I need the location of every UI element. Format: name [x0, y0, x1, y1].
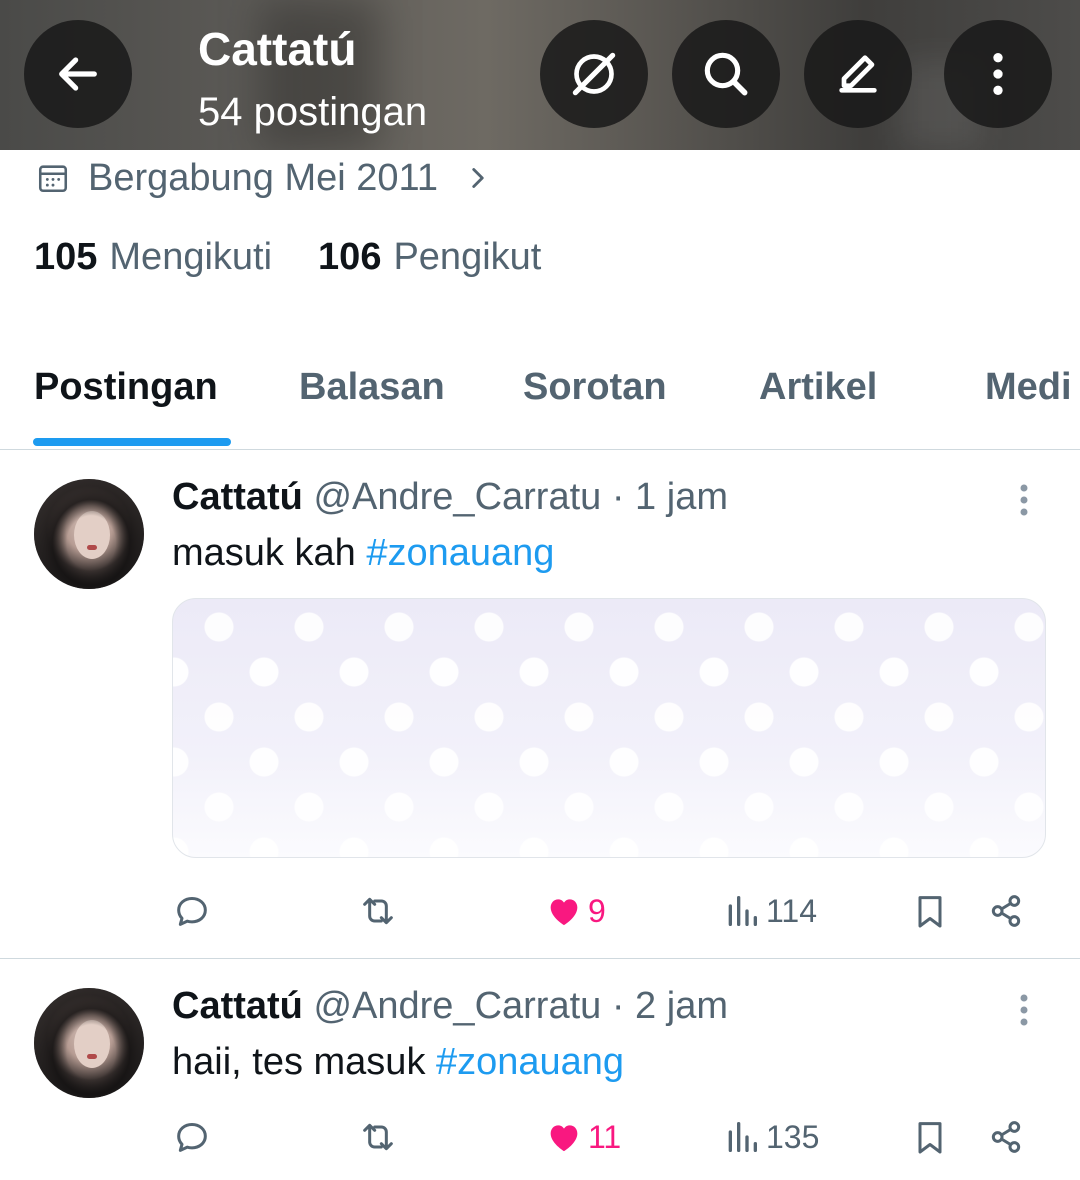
- tab-sorotan[interactable]: Sorotan: [523, 366, 667, 409]
- bookmark-button[interactable]: [910, 1112, 950, 1162]
- avatar[interactable]: [34, 988, 144, 1098]
- joined-date-row[interactable]: Bergabung Mei 2011: [36, 152, 490, 204]
- back-button[interactable]: [24, 20, 132, 128]
- followers-count: 106: [318, 236, 382, 278]
- post-media[interactable]: [172, 598, 1046, 858]
- share-button[interactable]: [986, 886, 1026, 936]
- reply-icon: [177, 1123, 207, 1152]
- view-count: 114: [766, 892, 818, 929]
- follow-stats: 105 Mengikuti 106 Pengikut: [34, 236, 587, 279]
- post-text: masuk kah #zonauang: [172, 532, 554, 575]
- post-actions: 11 135: [0, 1112, 1080, 1162]
- like-count: 11: [588, 1118, 622, 1155]
- tab-media[interactable]: Medi: [985, 366, 1072, 409]
- author-handle[interactable]: @Andre_Carratu: [313, 985, 601, 1027]
- like-count: 9: [588, 892, 606, 929]
- following-count: 105: [34, 236, 98, 278]
- post-more-icon[interactable]: [1012, 480, 1036, 520]
- repost-icon: [363, 897, 393, 925]
- repost-icon: [363, 1123, 393, 1151]
- post-header: Cattatú @Andre_Carratu · 2 jam: [172, 985, 728, 1028]
- like-button[interactable]: 11: [544, 1112, 621, 1162]
- post-header: Cattatú @Andre_Carratu · 1 jam: [172, 476, 728, 519]
- author-handle[interactable]: @Andre_Carratu: [313, 476, 601, 518]
- tab-balasan[interactable]: Balasan: [299, 366, 445, 409]
- more-options-button[interactable]: [944, 20, 1052, 128]
- repost-button[interactable]: [358, 1112, 398, 1162]
- views-chart-icon: [728, 896, 757, 926]
- chevron-right-icon: [472, 168, 484, 188]
- post-body: masuk kah: [172, 532, 367, 574]
- bookmark-icon: [918, 896, 942, 928]
- post-time: · 1 jam: [611, 476, 728, 518]
- repost-button[interactable]: [358, 886, 398, 936]
- active-tab-indicator: [33, 438, 231, 446]
- search-button[interactable]: [672, 20, 780, 128]
- edit-profile-button[interactable]: [804, 20, 912, 128]
- post-actions: 9 114: [0, 886, 1080, 936]
- calendar-icon: [38, 165, 68, 193]
- heart-filled-icon: [550, 899, 578, 926]
- avatar-hair: [34, 988, 144, 1098]
- post-text: haii, tes masuk #zonauang: [172, 1041, 624, 1084]
- followers-link[interactable]: 106 Pengikut: [318, 236, 541, 279]
- like-button[interactable]: 9: [544, 886, 606, 936]
- views-chart-icon: [728, 1122, 757, 1152]
- page-title: Cattatú: [198, 23, 357, 75]
- profile-tabs: Postingan Balasan Sorotan Artikel Medi: [0, 330, 1080, 450]
- avatar-hair: [34, 479, 144, 589]
- profile-header: Cattatú 54 postingan: [0, 0, 1080, 150]
- post-divider: [0, 958, 1080, 959]
- post-time: · 2 jam: [611, 985, 728, 1027]
- view-count: 135: [766, 1118, 820, 1155]
- heart-filled-icon: [550, 1125, 578, 1152]
- grok-icon: [572, 52, 616, 96]
- search-icon: [704, 52, 748, 96]
- author-name[interactable]: Cattatú: [172, 476, 303, 518]
- post-body: haii, tes masuk: [172, 1041, 436, 1083]
- reply-icon: [177, 897, 207, 926]
- edit-icon: [839, 55, 877, 93]
- reply-button[interactable]: [172, 886, 212, 936]
- avatar-lips: [87, 545, 97, 550]
- reply-button[interactable]: [172, 1112, 212, 1162]
- tab-artikel[interactable]: Artikel: [759, 366, 877, 409]
- views-button[interactable]: 135: [722, 1112, 819, 1162]
- following-link[interactable]: 105 Mengikuti: [34, 236, 272, 279]
- tab-postingan[interactable]: Postingan: [34, 366, 218, 409]
- joined-date: Bergabung Mei 2011: [88, 156, 438, 199]
- hashtag-link[interactable]: #zonauang: [366, 532, 554, 574]
- grok-button[interactable]: [540, 20, 648, 128]
- views-button[interactable]: 114: [722, 886, 817, 936]
- share-button[interactable]: [986, 1112, 1026, 1162]
- more-vertical-icon: [993, 53, 1003, 95]
- hashtag-link[interactable]: #zonauang: [436, 1041, 624, 1083]
- following-label: Mengikuti: [109, 236, 273, 278]
- bookmark-button[interactable]: [910, 886, 950, 936]
- avatar-lips: [87, 1054, 97, 1059]
- share-icon: [991, 895, 1021, 927]
- post-more-icon[interactable]: [1012, 990, 1036, 1030]
- bookmark-icon: [918, 1122, 942, 1154]
- followers-label: Pengikut: [393, 236, 542, 278]
- avatar[interactable]: [34, 479, 144, 589]
- back-arrow-icon: [59, 57, 97, 91]
- author-name[interactable]: Cattatú: [172, 985, 303, 1027]
- share-icon: [991, 1121, 1021, 1153]
- post-count: 54 postingan: [198, 90, 428, 134]
